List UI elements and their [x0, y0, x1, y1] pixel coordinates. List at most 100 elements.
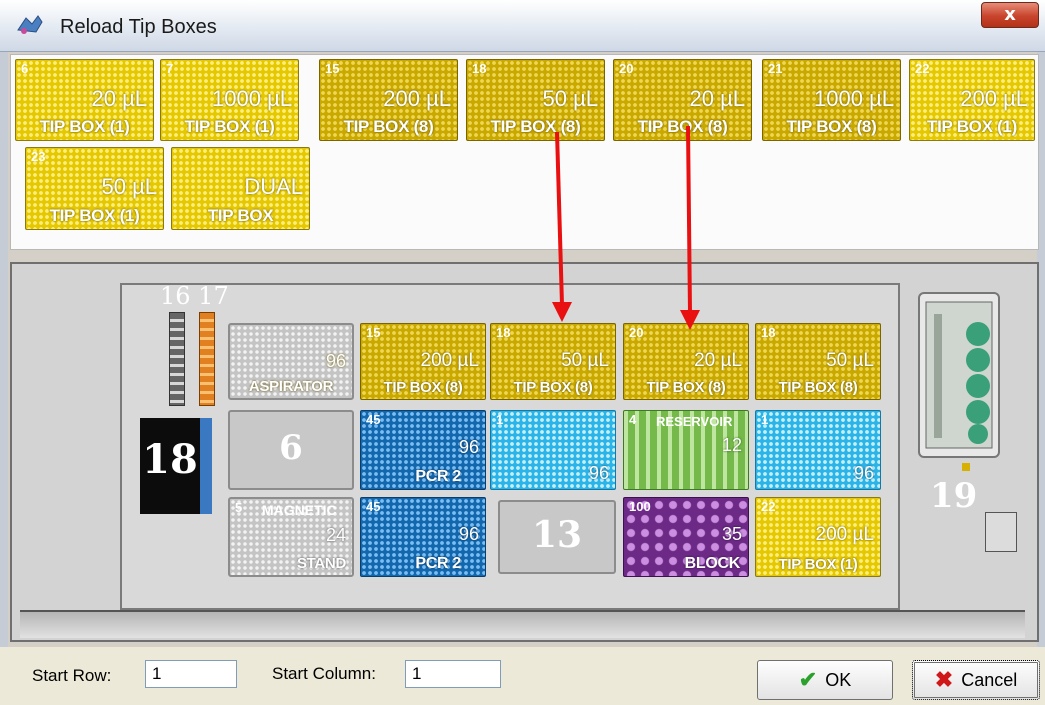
labware-name: STAND	[296, 555, 346, 572]
tip-box-name: TIP BOX (8)	[343, 117, 434, 136]
tip-box-name: TIP BOX (8)	[490, 117, 581, 136]
start-row-label: Start Row:	[32, 666, 112, 685]
tip-box-position: 18	[496, 325, 511, 340]
checkmark-icon: ✔	[798, 667, 818, 692]
tip-box-volume: 200 µL	[960, 86, 1028, 111]
tip-box-name: TIP BOX (1)	[49, 206, 140, 225]
ok-label: OK	[825, 669, 852, 690]
labware-count: 24	[325, 525, 346, 545]
start-row-input[interactable]	[145, 660, 237, 688]
tip-box-position: 7	[166, 61, 174, 76]
deck-tip-box-18[interactable]: 18 50 µL TIP BOX (8)	[490, 323, 616, 400]
labware-position: 1	[761, 412, 769, 427]
labware-name: BLOCK	[684, 555, 741, 572]
tray-tip-box-6[interactable]: 6 20 µL TIP BOX (1)	[15, 59, 154, 141]
tip-box-name: TIP BOX (8)	[778, 379, 858, 396]
deck-tip-box-18-b[interactable]: 18 50 µL TIP BOX (8)	[755, 323, 881, 400]
tip-box-tray: 6 20 µL TIP BOX (1) 7 1000 µL TIP BOX (1…	[10, 54, 1039, 250]
deck-reservoir[interactable]: 4 RESERVOIR 12	[623, 410, 749, 490]
tray-tip-box-23[interactable]: 23 50 µL TIP BOX (1)	[25, 147, 164, 230]
close-button[interactable]: x	[981, 2, 1039, 28]
tip-box-volume: 200 µL	[420, 350, 480, 371]
labware-count: 96	[853, 463, 874, 483]
deck-pcr-plate-2-a[interactable]: 45 96 PCR 2	[360, 410, 486, 490]
labware-position: 5	[235, 500, 243, 515]
tip-box-volume: 1000 µL	[814, 86, 894, 111]
tube-rack-16[interactable]	[169, 312, 185, 406]
tip-box-volume: 1000 µL	[212, 86, 292, 111]
labware-position: 45	[366, 412, 381, 427]
deck-tip-box-15[interactable]: 15 200 µL TIP BOX (8)	[360, 323, 486, 400]
tip-box-position: 23	[31, 149, 46, 164]
tip-box-position: 22	[915, 61, 930, 76]
tray-tip-box-15[interactable]: 15 200 µL TIP BOX (8)	[319, 59, 458, 141]
labware-count: 96	[458, 524, 479, 544]
deck-tip-box-20[interactable]: 20 20 µL TIP BOX (8)	[623, 323, 749, 400]
tray-tip-box-21[interactable]: 21 1000 µL TIP BOX (8)	[762, 59, 901, 141]
tube-rack-17[interactable]	[199, 312, 215, 406]
tray-tip-box-7[interactable]: 7 1000 µL TIP BOX (1)	[160, 59, 299, 141]
tip-box-position: 18	[472, 61, 487, 76]
slot-18-block[interactable]: 18	[140, 418, 212, 514]
close-icon: x	[1004, 4, 1016, 25]
labware-count: 96	[588, 463, 609, 483]
deck-block[interactable]: 100 35 BLOCK	[623, 497, 749, 577]
labware-name: ASPIRATOR	[248, 378, 334, 395]
deck-pcr-plate-2-b[interactable]: 45 96 PCR 2	[360, 497, 486, 577]
tip-box-name: TIP BOX (8)	[637, 117, 728, 136]
tray-tip-box-22[interactable]: 22 200 µL TIP BOX (1)	[909, 59, 1035, 141]
ok-button[interactable]: ✔ OK	[757, 660, 893, 700]
labware-count: 96	[458, 437, 479, 457]
tip-box-name: TIP BOX (8)	[513, 379, 593, 396]
title-bar: Reload Tip Boxes x	[0, 0, 1045, 52]
tip-box-name: TIP BOX (1)	[39, 117, 130, 136]
tip-box-volume: 200 µL	[383, 86, 451, 111]
tip-box-volume: DUAL	[244, 174, 303, 199]
slot-label-16-17: 16 17	[160, 282, 229, 310]
tray-tip-box-20[interactable]: 20 20 µL TIP BOX (8)	[613, 59, 752, 141]
cancel-button[interactable]: ✖ Cancel	[912, 660, 1040, 700]
deck-slot-6[interactable]: 6	[228, 410, 354, 490]
tip-box-volume: 20 µL	[91, 86, 148, 111]
tray-tip-box-18[interactable]: 18 50 µL TIP BOX (8)	[466, 59, 605, 141]
labware-title: RESERVOIR	[656, 414, 733, 429]
labware-count: 12	[721, 435, 742, 455]
rack-tubes-icon	[925, 301, 993, 449]
app-icon	[17, 15, 43, 34]
tip-box-name: TIP BOX (8)	[383, 379, 463, 396]
tip-box-position: 20	[629, 325, 644, 340]
labware-name: PCR 2	[415, 555, 461, 572]
deck-aspirator[interactable]: 96 ASPIRATOR	[228, 323, 354, 400]
deck-plate-96-b[interactable]: 1 96	[755, 410, 881, 490]
labware-count: 35	[721, 524, 742, 544]
tip-box-volume: 200 µL	[815, 524, 875, 545]
tip-box-volume: 50 µL	[826, 350, 874, 371]
deck-magnetic-stand[interactable]: 5 MAGNETIC 24 STAND	[228, 497, 354, 577]
cancel-x-icon: ✖	[934, 667, 954, 692]
deck-front-rail	[20, 610, 1025, 638]
tip-box-name: TIP BOX (1)	[927, 117, 1017, 136]
slot-19-rack[interactable]	[918, 292, 1000, 458]
tip-box-position: 21	[768, 61, 783, 76]
tip-box-position: 22	[761, 499, 776, 514]
tip-box-position: 15	[325, 61, 340, 76]
cancel-label: Cancel	[961, 669, 1018, 690]
deck-slot-13[interactable]: 13	[498, 500, 616, 574]
tip-box-position: 15	[366, 325, 381, 340]
tray-dual-tip-box[interactable]: DUAL TIP BOX	[171, 147, 310, 230]
tip-box-volume: 50 µL	[101, 174, 158, 199]
slot-label-19: 19	[930, 476, 978, 516]
labware-position: 4	[629, 412, 637, 427]
tip-box-volume: 50 µL	[561, 350, 609, 371]
start-column-label: Start Column:	[272, 664, 376, 683]
start-column-input[interactable]	[405, 660, 501, 688]
slot-label-6: 6	[279, 428, 303, 468]
tip-box-name: TIP BOX (1)	[778, 556, 858, 573]
deck-plate-96-a[interactable]: 1 96	[490, 410, 616, 490]
tip-box-volume: 20 µL	[689, 86, 746, 111]
deck-tip-box-22[interactable]: 22 200 µL TIP BOX (1)	[755, 497, 881, 577]
tip-box-name: TIP BOX (8)	[786, 117, 877, 136]
tip-box-name: TIP BOX (1)	[184, 117, 275, 136]
window-frame-left	[0, 52, 8, 705]
labware-name: PCR 2	[415, 468, 461, 485]
